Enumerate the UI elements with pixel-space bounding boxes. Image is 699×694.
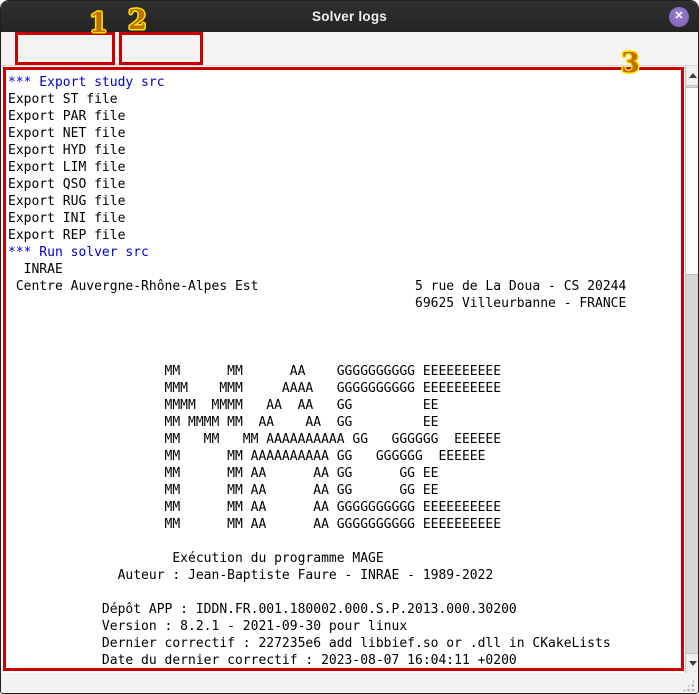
log-line: Export REP file <box>8 227 682 244</box>
arrow-up-icon <box>689 73 697 78</box>
log-line: 69625 Villeurbanne - FRANCE <box>8 295 682 312</box>
log-line: Export RUG file <box>8 193 682 210</box>
log-line: Export ST file <box>8 91 682 108</box>
log-line: MM MMMM MM AA AA GG EE <box>8 414 682 431</box>
window-title: Solver logs <box>312 9 387 24</box>
log-output[interactable]: *** Export study srcExport ST fileExport… <box>6 70 682 670</box>
scrollbar-thumb[interactable] <box>686 87 699 275</box>
log-line: MM MM AA AA GG GG EE <box>8 465 682 482</box>
close-button[interactable]: ✕ <box>669 7 689 27</box>
vertical-scrollbar[interactable] <box>685 66 699 673</box>
log-line: *** Export study src <box>8 74 682 91</box>
log-line: MMMM MMMM AA AA GG EE <box>8 397 682 414</box>
log-line: Auteur : Jean-Baptiste Faure - INRAE - 1… <box>8 567 682 584</box>
solver-logs-window: Solver logs ✕ <box>0 0 699 694</box>
close-icon: ✕ <box>674 11 683 22</box>
log-line: MM MM MM AAAAAAAAAA GG GGGGGG EEEEEE <box>8 431 682 448</box>
toolbar: results <box>1 32 698 66</box>
scroll-down-button[interactable] <box>686 653 699 673</box>
log-line: MM MM AA AA GG GG EE <box>8 482 682 499</box>
log-line: Export NET file <box>8 125 682 142</box>
scroll-up-button[interactable] <box>686 66 699 86</box>
log-line: Export LIM file <box>8 159 682 176</box>
log-line: Export QSO file <box>8 176 682 193</box>
titlebar[interactable]: Solver logs ✕ <box>1 1 698 32</box>
log-line: Date du dernier correctif : 2023-08-07 1… <box>8 652 682 669</box>
log-line: MMM MMM AAAA GGGGGGGGGG EEEEEEEEEE <box>8 380 682 397</box>
log-line <box>8 329 682 346</box>
log-line: Version : 8.2.1 - 2021-09-30 pour linux <box>8 618 682 635</box>
log-line: Export PAR file <box>8 108 682 125</box>
log-line: MM MM AA GGGGGGGGGG EEEEEEEEEE <box>8 363 682 380</box>
log-line: Export HYD file <box>8 142 682 159</box>
log-line: INRAE <box>8 261 682 278</box>
resize-grip[interactable] <box>682 679 695 692</box>
log-panel: *** Export study srcExport ST fileExport… <box>1 66 685 673</box>
log-line <box>8 533 682 550</box>
log-line: MM MM AAAAAAAAAA GG GGGGGG EEEEEE <box>8 448 682 465</box>
log-line: Centre Auvergne-Rhône-Alpes Est 5 rue de… <box>8 278 682 295</box>
log-line <box>8 584 682 601</box>
arrow-down-icon <box>689 661 697 666</box>
log-line: Dépôt APP : IDDN.FR.001.180002.000.S.P.2… <box>8 601 682 618</box>
log-line: Dernier correctif : 227235e6 add libbief… <box>8 635 682 652</box>
log-line: MM MM AA AA GGGGGGGGGG EEEEEEEEEE <box>8 499 682 516</box>
log-line: Export INI file <box>8 210 682 227</box>
log-line: *** Run solver src <box>8 244 682 261</box>
log-line: Exécution du programme MAGE <box>8 550 682 567</box>
log-line <box>8 346 682 363</box>
log-line: MM MM AA AA GGGGGGGGGG EEEEEEEEEE <box>8 516 682 533</box>
log-line <box>8 312 682 329</box>
statusbar <box>1 673 698 694</box>
